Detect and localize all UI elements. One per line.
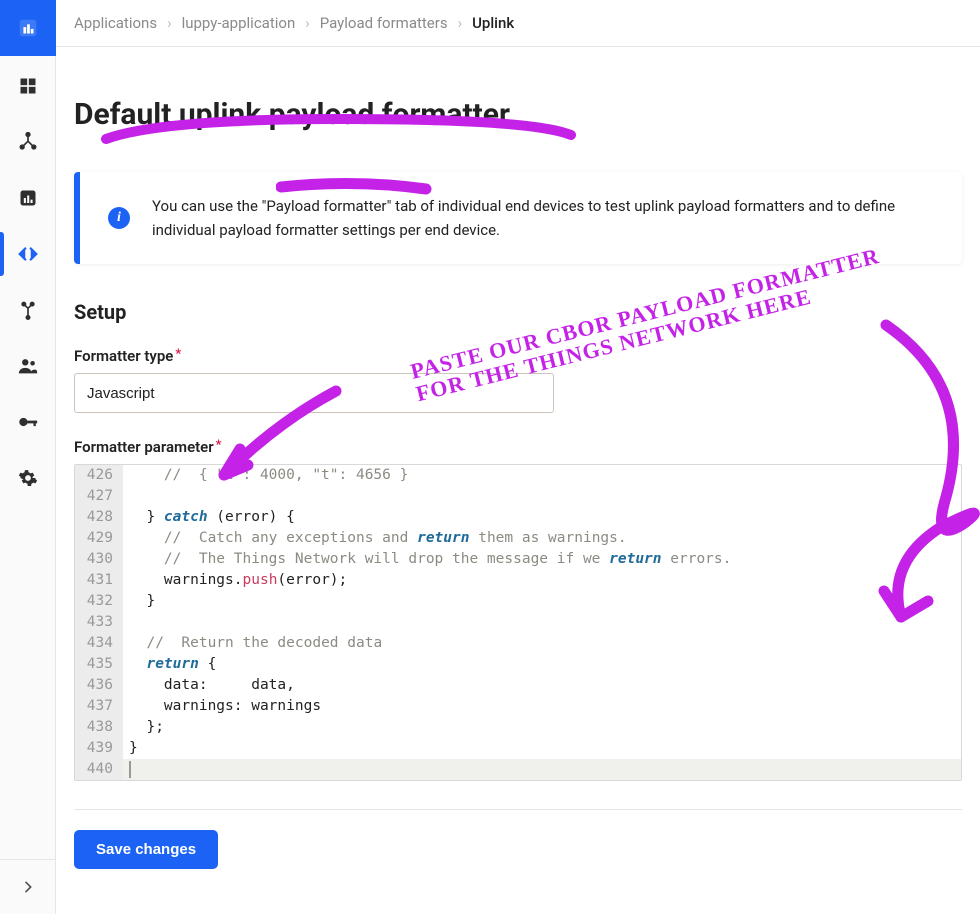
- page-title: Default uplink payload formatter: [74, 97, 962, 132]
- nav-settings[interactable]: [0, 450, 56, 506]
- required-marker: *: [216, 438, 222, 453]
- nav-devices[interactable]: [0, 114, 56, 170]
- info-text: You can use the "Payload formatter" tab …: [152, 194, 934, 242]
- chevron-right-icon: ›: [163, 14, 176, 32]
- side-nav: [0, 0, 56, 914]
- brand-logo[interactable]: [0, 0, 56, 56]
- chevron-right-icon: ›: [454, 14, 467, 32]
- formatter-type-label: Formatter type*: [74, 347, 181, 365]
- breadcrumb-item[interactable]: Payload formatters: [320, 14, 448, 32]
- nav-api-keys[interactable]: [0, 394, 56, 450]
- nav-integrations[interactable]: [0, 282, 56, 338]
- breadcrumb-item[interactable]: luppy-application: [182, 14, 296, 32]
- expand-nav-button[interactable]: [13, 872, 43, 902]
- nav-payload-formatters[interactable]: [0, 226, 56, 282]
- nav-data[interactable]: [0, 170, 56, 226]
- breadcrumb-item[interactable]: Applications: [74, 14, 157, 32]
- chevron-right-icon: ›: [301, 14, 314, 32]
- section-heading: Setup: [74, 300, 962, 324]
- breadcrumb-current: Uplink: [472, 14, 514, 32]
- nav-collaborators[interactable]: [0, 338, 56, 394]
- breadcrumb: Applications › luppy-application › Paylo…: [56, 0, 980, 47]
- code-editor[interactable]: 426 // { "l": 4000, "t": 4656 }427428 } …: [74, 464, 962, 781]
- required-marker: *: [175, 347, 181, 362]
- formatter-type-select[interactable]: [74, 373, 554, 413]
- formatter-parameter-label: Formatter parameter*: [74, 438, 222, 456]
- save-button[interactable]: Save changes: [74, 830, 218, 869]
- nav-overview[interactable]: [0, 58, 56, 114]
- info-icon: i: [108, 207, 130, 229]
- info-callout: i You can use the "Payload formatter" ta…: [74, 172, 962, 264]
